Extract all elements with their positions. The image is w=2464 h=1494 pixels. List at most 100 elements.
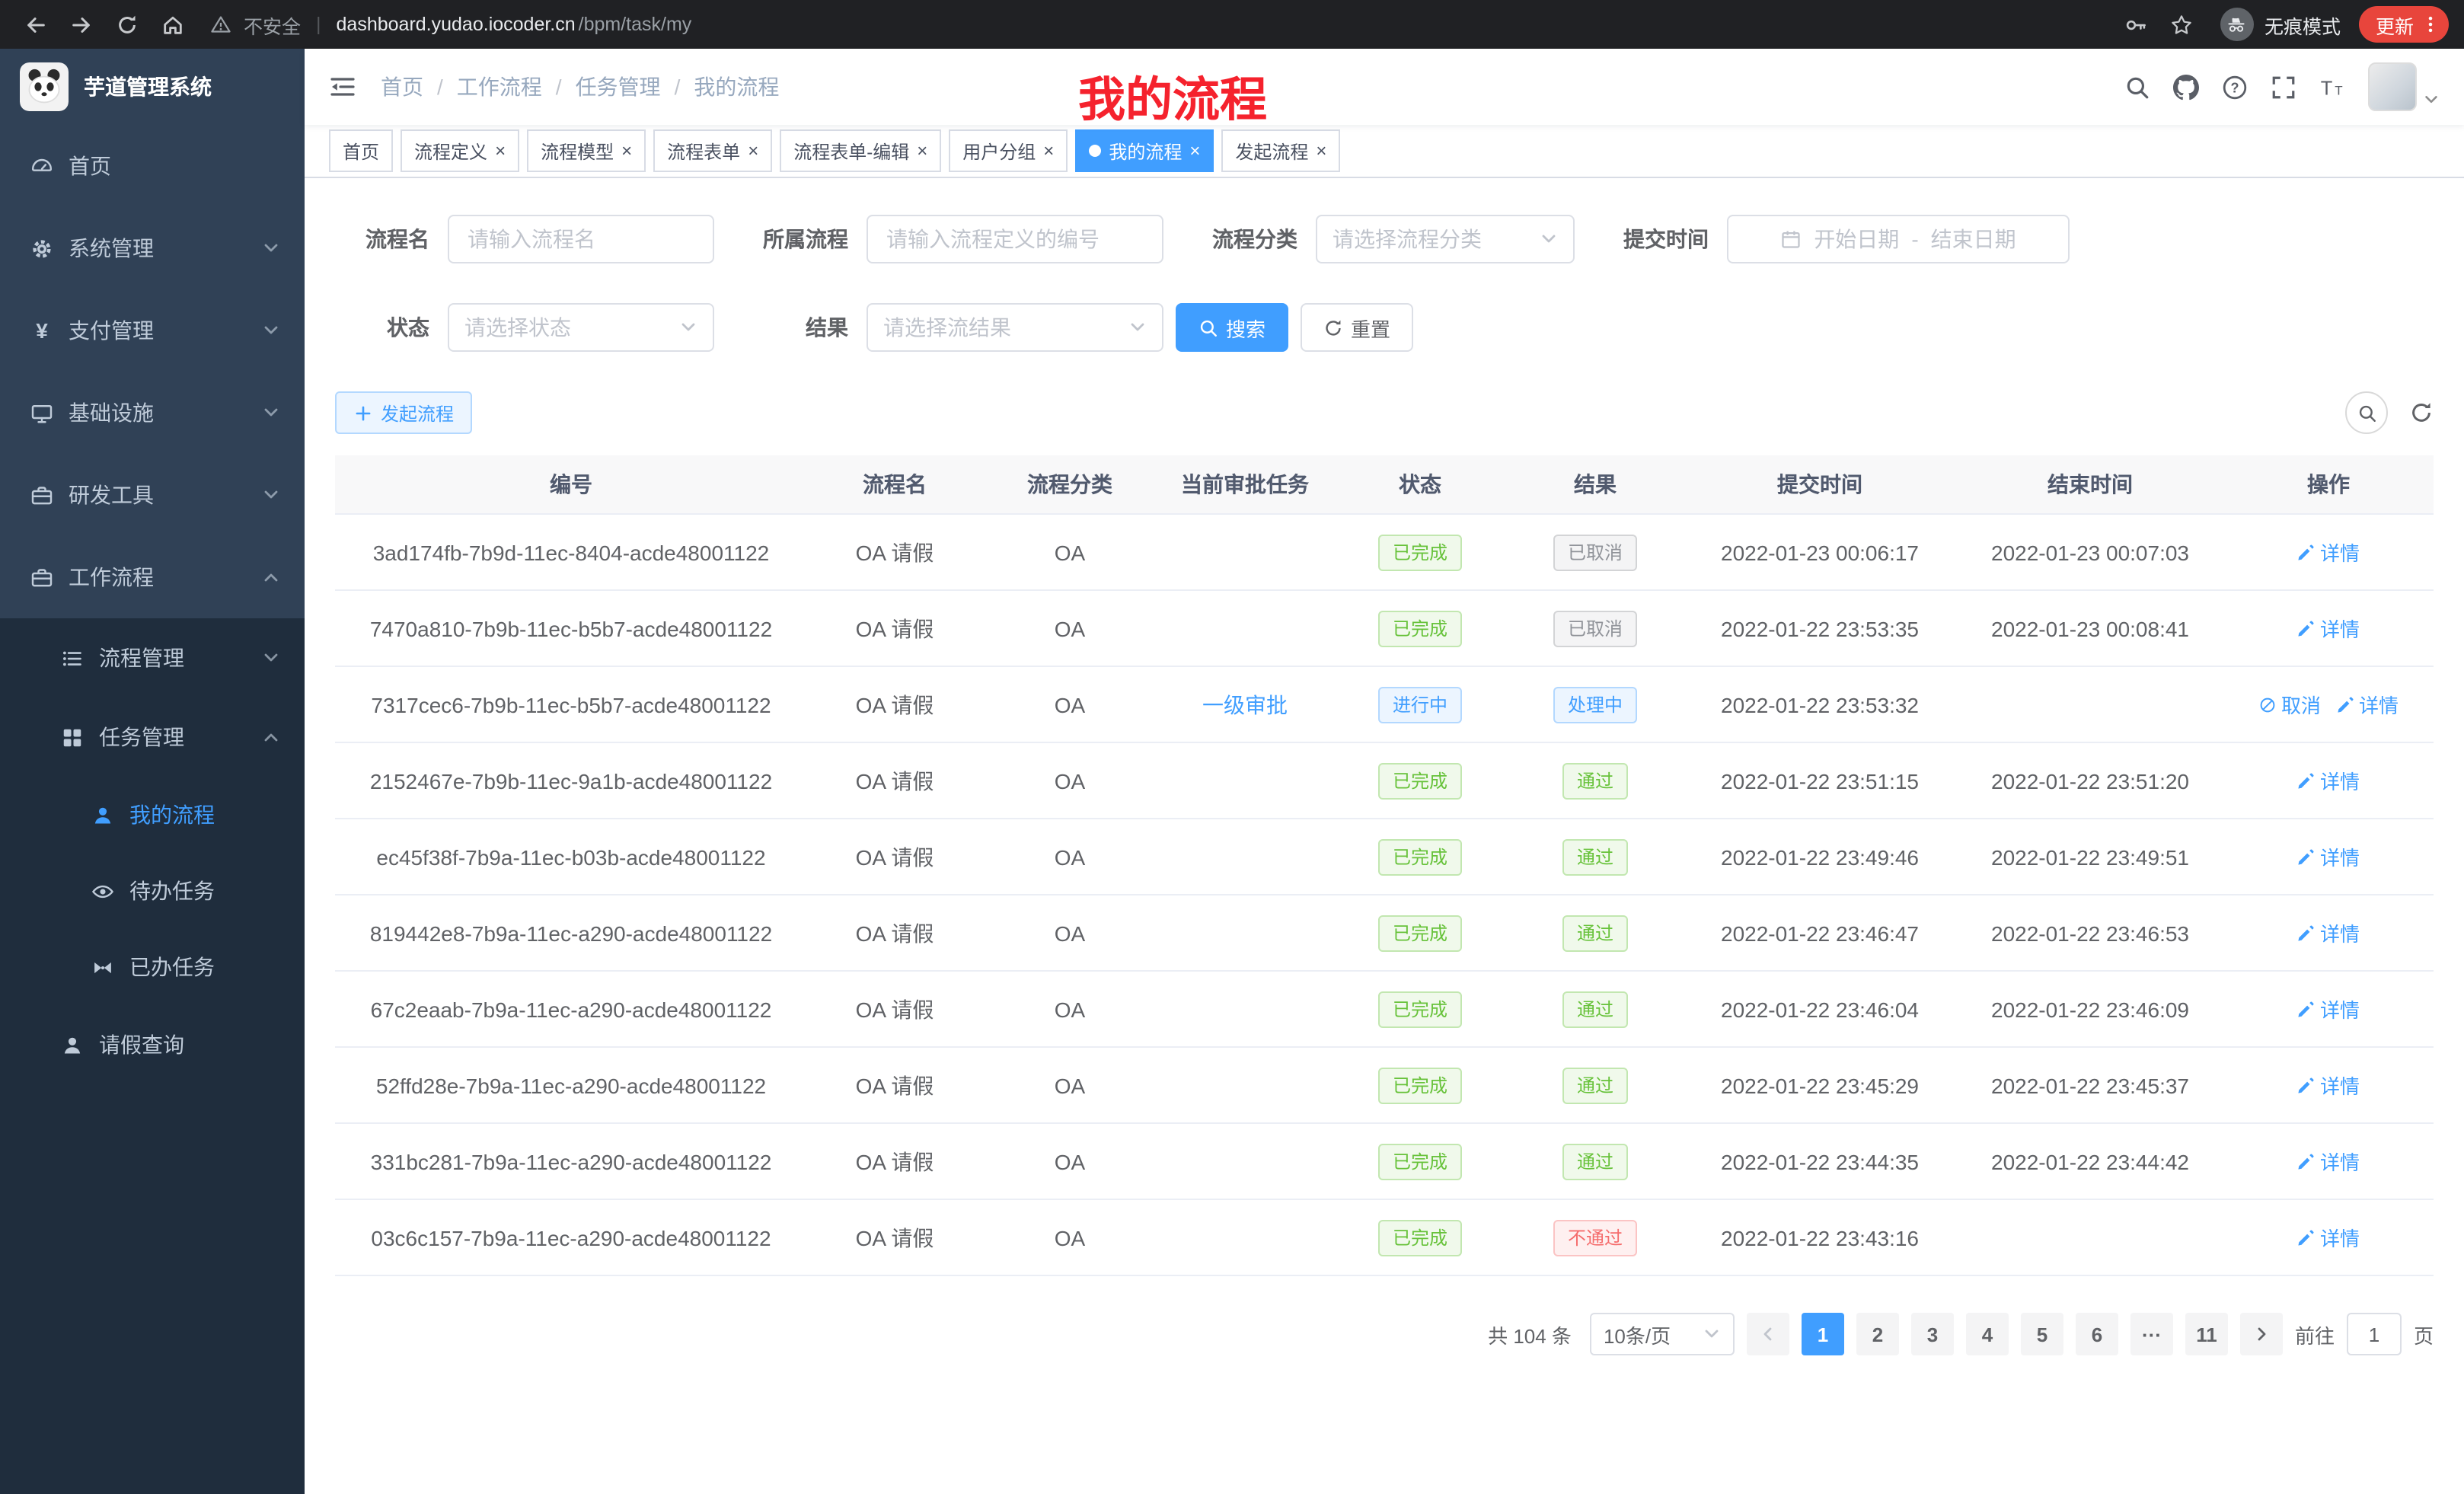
sidebar-item-done-tasks[interactable]: 已办任务	[0, 929, 305, 1005]
fullscreen-icon[interactable]	[2271, 74, 2296, 100]
tab-process-definition[interactable]: 流程定义 ×	[401, 129, 519, 172]
sidebar-item-home[interactable]: 首页	[0, 125, 305, 207]
tab-my-process[interactable]: 我的流程 ×	[1075, 129, 1214, 172]
detail-link[interactable]: 详情	[2297, 1071, 2360, 1100]
status-select[interactable]: 请选择状态	[448, 303, 714, 352]
help-icon[interactable]	[2222, 74, 2248, 100]
search-button[interactable]: 搜索	[1176, 303, 1288, 352]
detail-link[interactable]: 详情	[2297, 1147, 2360, 1176]
font-size-icon[interactable]	[2319, 74, 2345, 100]
page-size-select[interactable]: 10条/页	[1590, 1313, 1735, 1355]
sidebar-item-payment[interactable]: ¥ 支付管理	[0, 289, 305, 372]
sidebar-item-leave-query[interactable]: 请假查询	[0, 1005, 305, 1084]
menu-dots-icon[interactable]	[2420, 14, 2441, 35]
process-def-label: 所属流程	[751, 224, 848, 254]
pencil-icon	[2297, 924, 2316, 942]
process-def-input[interactable]	[883, 225, 1147, 253]
detail-link[interactable]: 详情	[2297, 614, 2360, 643]
close-icon[interactable]: ×	[1043, 142, 1054, 160]
page-content: 流程名 所属流程 流程分类 请选择流程分类 提交时间	[305, 178, 2464, 1494]
close-icon[interactable]: ×	[1189, 142, 1200, 160]
sidebar-item-task-mgmt[interactable]: 任务管理	[0, 698, 305, 777]
sidebar-item-infra[interactable]: 基础设施	[0, 372, 305, 454]
create-process-button[interactable]: 发起流程	[335, 391, 472, 434]
toggle-search-icon[interactable]	[2345, 391, 2388, 434]
result-select[interactable]: 请选择流结果	[867, 303, 1163, 352]
home-icon[interactable]	[152, 5, 192, 44]
chevron-down-icon	[679, 318, 697, 337]
sidebar: 芋道管理系统 首页 系统管理 ¥ 支付管理	[0, 49, 305, 1494]
close-icon[interactable]: ×	[748, 142, 758, 160]
tab-process-form-edit[interactable]: 流程表单-编辑 ×	[780, 129, 941, 172]
tab-process-form[interactable]: 流程表单 ×	[653, 129, 772, 172]
close-icon[interactable]: ×	[495, 142, 506, 160]
current-task-link[interactable]: 一级审批	[1202, 689, 1288, 720]
detail-link[interactable]: 详情	[2297, 994, 2360, 1023]
detail-link[interactable]: 详情	[2297, 538, 2360, 567]
address-bar[interactable]: 不安全 | dashboard.yudao.iocoder.cn /bpm/ta…	[210, 10, 2099, 39]
briefcase-icon	[30, 566, 53, 589]
sidebar-collapse-icon[interactable]	[329, 73, 356, 101]
page-button-6[interactable]: 6	[2076, 1313, 2118, 1355]
search-icon[interactable]	[2124, 74, 2150, 100]
github-icon[interactable]	[2173, 74, 2199, 100]
category-select[interactable]: 请选择流程分类	[1316, 215, 1575, 263]
detail-link[interactable]: 详情	[2336, 690, 2399, 719]
status-badge: 已完成	[1379, 1143, 1461, 1180]
process-table: 编号 流程名 流程分类 当前审批任务 状态 结果 提交时间 结束时间 操作	[335, 455, 2434, 1276]
date-separator: -	[1911, 227, 1918, 251]
close-icon[interactable]: ×	[917, 142, 927, 160]
cell-result: 处理中	[1508, 666, 1683, 742]
tab-user-group[interactable]: 用户分组 ×	[949, 129, 1068, 172]
dashboard-icon	[30, 155, 53, 177]
close-icon[interactable]: ×	[1316, 142, 1326, 160]
forward-icon[interactable]	[61, 5, 101, 44]
sidebar-item-workflow[interactable]: 工作流程	[0, 536, 305, 618]
reload-icon[interactable]	[107, 5, 146, 44]
bookmark-star-icon[interactable]	[2162, 5, 2202, 44]
avatar[interactable]	[2368, 62, 2417, 111]
cell-result: 已取消	[1508, 590, 1683, 666]
tab-start-process[interactable]: 发起流程 ×	[1221, 129, 1340, 172]
status-badge: 已完成	[1379, 1219, 1461, 1256]
breadcrumb-task-mgmt[interactable]: 任务管理	[576, 72, 661, 102]
page-button-3[interactable]: 3	[1911, 1313, 1954, 1355]
detail-link[interactable]: 详情	[2297, 1223, 2360, 1252]
date-range-picker[interactable]: 开始日期 - 结束日期	[1727, 215, 2070, 263]
reset-button[interactable]: 重置	[1301, 303, 1413, 352]
goto-page-input[interactable]	[2347, 1313, 2402, 1355]
page-button-11[interactable]: 11	[2185, 1313, 2228, 1355]
more-pages-button[interactable]: ···	[2130, 1313, 2173, 1355]
cell-id: 3ad174fb-7b9d-11ec-8404-acde48001122	[335, 514, 807, 590]
result-badge: 已取消	[1554, 610, 1636, 646]
cancel-link[interactable]: 取消	[2258, 690, 2321, 719]
detail-link[interactable]: 详情	[2297, 766, 2360, 795]
sidebar-item-system[interactable]: 系统管理	[0, 207, 305, 289]
process-name-input[interactable]	[464, 225, 697, 253]
key-icon[interactable]	[2117, 5, 2156, 44]
close-icon[interactable]: ×	[621, 142, 632, 160]
sidebar-item-process-mgmt[interactable]: 流程管理	[0, 618, 305, 698]
browser-update-button[interactable]: 更新	[2359, 6, 2449, 43]
detail-link[interactable]: 详情	[2297, 918, 2360, 947]
sidebar-item-devtools[interactable]: 研发工具	[0, 454, 305, 536]
prev-page-button[interactable]	[1747, 1313, 1789, 1355]
tab-process-model[interactable]: 流程模型 ×	[527, 129, 646, 172]
col-submit-time: 提交时间	[1683, 455, 1957, 514]
breadcrumb-home[interactable]: 首页	[381, 72, 423, 102]
tab-home[interactable]: 首页	[329, 129, 393, 172]
back-icon[interactable]	[15, 5, 55, 44]
sidebar-item-my-process[interactable]: 我的流程	[0, 777, 305, 853]
table-row: 52ffd28e-7b9a-11ec-a290-acde48001122 OA …	[335, 1047, 2434, 1123]
breadcrumb-workflow[interactable]: 工作流程	[457, 72, 542, 102]
sidebar-item-todo-tasks[interactable]: 待办任务	[0, 853, 305, 929]
result-badge: 通过	[1563, 915, 1627, 951]
detail-link[interactable]: 详情	[2297, 842, 2360, 871]
next-page-button[interactable]	[2240, 1313, 2283, 1355]
page-button-5[interactable]: 5	[2021, 1313, 2063, 1355]
page-button-1[interactable]: 1	[1802, 1313, 1844, 1355]
user-menu[interactable]	[2368, 62, 2440, 111]
page-button-2[interactable]: 2	[1856, 1313, 1899, 1355]
refresh-table-icon[interactable]	[2409, 401, 2434, 425]
page-button-4[interactable]: 4	[1966, 1313, 2009, 1355]
